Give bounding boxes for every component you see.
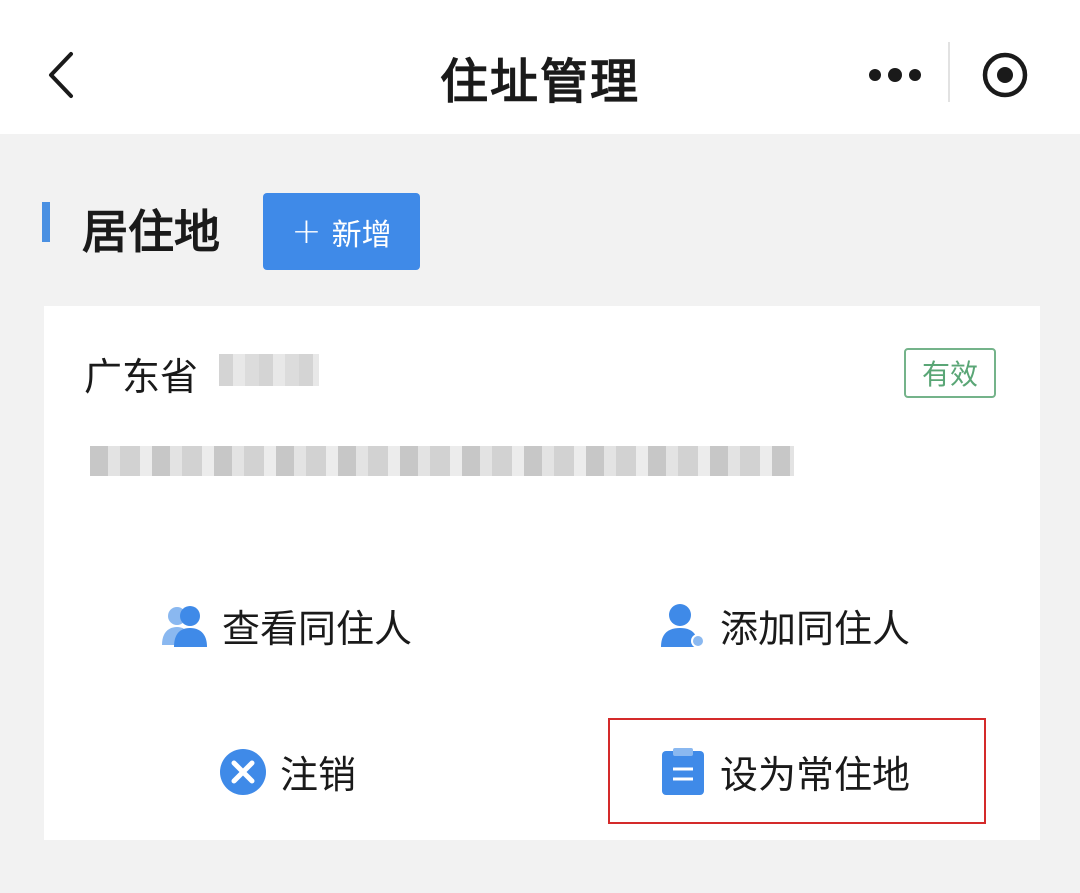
province-text: 广东省 xyxy=(84,355,199,399)
close-circle-icon xyxy=(218,747,268,797)
cancel-residence-button[interactable]: 注销 xyxy=(218,744,356,799)
target-icon xyxy=(982,52,1028,98)
add-cohabitant-button[interactable]: 添加同住人 xyxy=(658,598,910,653)
nav-bar: 住址管理 xyxy=(0,0,1080,134)
people-icon xyxy=(160,601,210,651)
view-cohabitants-label: 查看同住人 xyxy=(222,607,413,651)
add-residence-button[interactable]: + 新增 xyxy=(263,193,420,270)
section-accent-bar xyxy=(42,202,50,242)
redacted-city xyxy=(219,354,319,386)
status-badge: 有效 xyxy=(904,348,996,398)
redacted-address xyxy=(90,446,794,476)
section-title: 居住地 xyxy=(82,205,220,259)
close-miniprogram-button[interactable] xyxy=(970,44,1040,106)
more-button[interactable] xyxy=(860,50,930,100)
add-person-icon xyxy=(658,601,708,651)
add-cohabitant-label: 添加同住人 xyxy=(720,607,911,651)
plus-icon: + xyxy=(291,210,322,252)
more-dots-icon xyxy=(869,68,921,82)
highlight-annotation-box xyxy=(608,718,986,824)
nav-divider xyxy=(948,42,950,102)
cancel-label: 注销 xyxy=(280,753,357,797)
view-cohabitants-button[interactable]: 查看同住人 xyxy=(160,598,412,653)
add-button-label: 新增 xyxy=(331,217,392,253)
